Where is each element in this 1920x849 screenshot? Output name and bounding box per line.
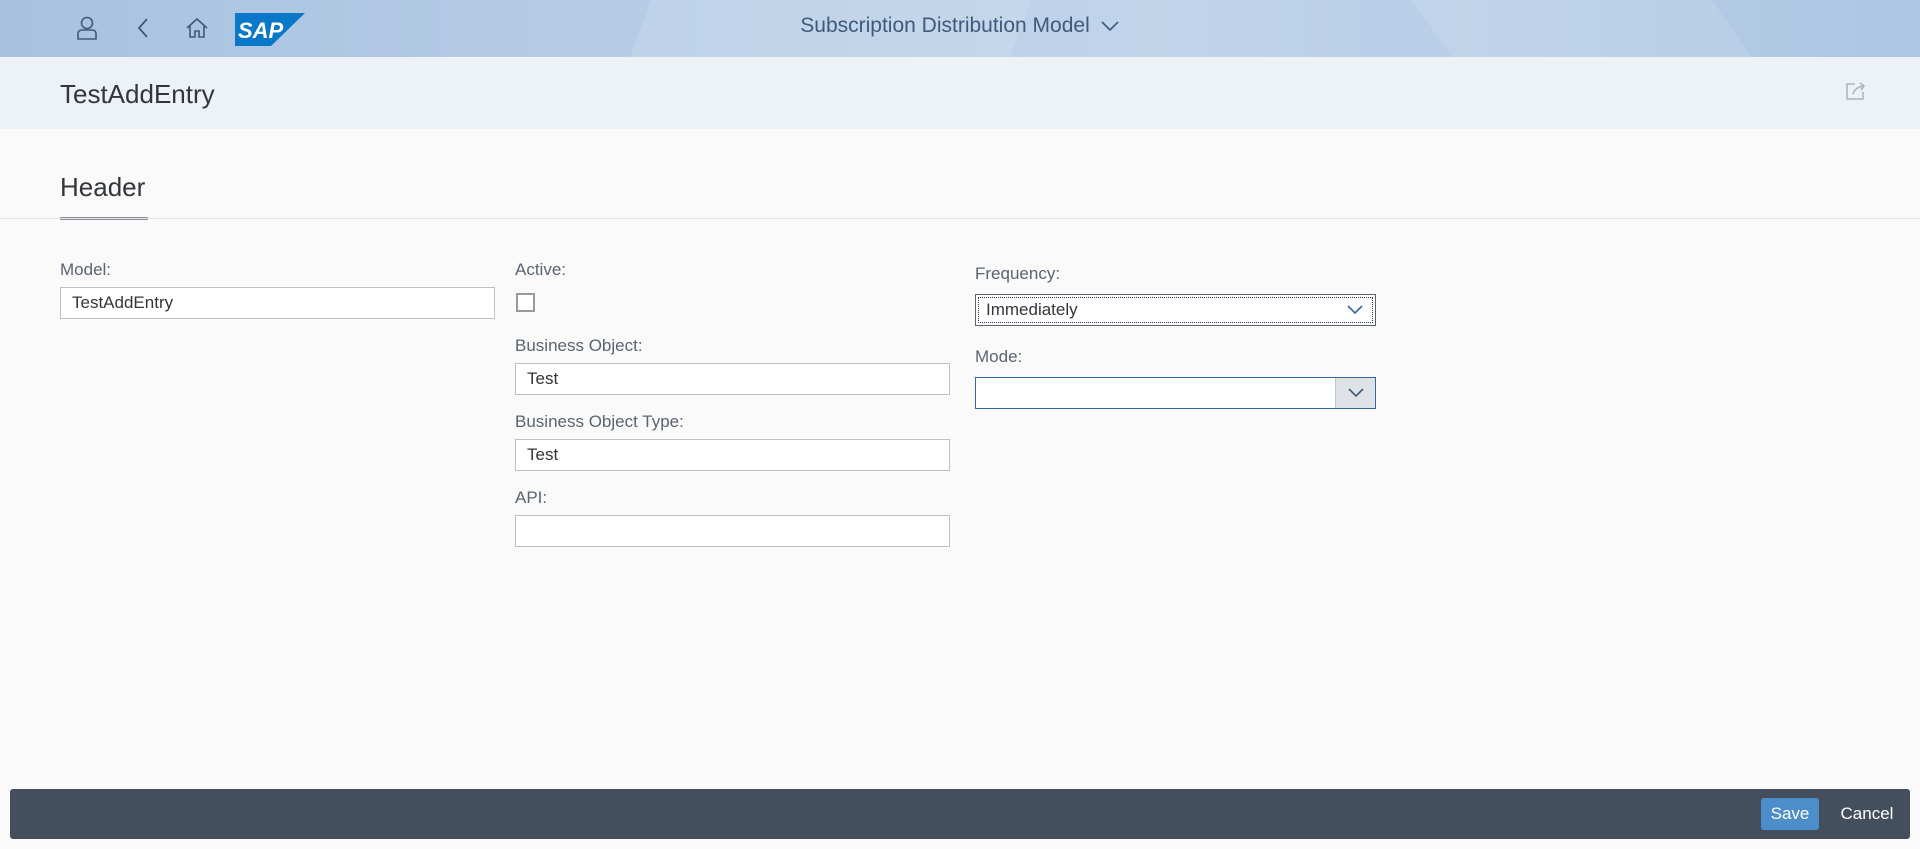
save-button[interactable]: Save [1761,798,1819,830]
tab-divider [0,218,1920,219]
model-label: Model: [60,260,112,279]
share-button[interactable] [1842,77,1870,105]
mode-dropdown-button[interactable] [1335,378,1375,408]
model-input[interactable]: TestAddEntry [60,287,495,319]
business-object-type-input[interactable]: Test [515,439,950,471]
app-title-menu[interactable]: Subscription Distribution Model [800,14,1119,38]
object-title: TestAddEntry [60,79,215,109]
active-label: Active: [515,260,567,279]
frequency-value: Immediately [986,300,1078,319]
app-title: Subscription Distribution Model [800,14,1090,37]
frequency-dropdown-button[interactable] [1335,295,1375,325]
chevron-down-icon [1347,388,1364,398]
chevron-down-icon [1101,21,1119,32]
api-label: API: [515,488,548,507]
business-object-label: Business Object: [515,336,643,355]
active-checkbox[interactable] [516,293,535,312]
tab-header[interactable]: Header [60,172,145,203]
footer-toolbar [10,789,1910,839]
object-header: TestAddEntry [0,57,1920,129]
mode-label: Mode: [975,347,1023,366]
business-object-input[interactable]: Test [515,363,950,395]
shell-bar: SAP Subscription Distribution Model [0,0,1920,57]
chevron-down-icon [1347,305,1363,315]
business-object-type-label: Business Object Type: [515,412,684,431]
api-input[interactable] [515,515,950,547]
frequency-label: Frequency: [975,264,1061,283]
cancel-button[interactable]: Cancel [1832,798,1902,830]
share-icon [1846,82,1866,100]
frequency-select[interactable]: Immediately [975,294,1376,326]
mode-select[interactable] [975,377,1376,409]
